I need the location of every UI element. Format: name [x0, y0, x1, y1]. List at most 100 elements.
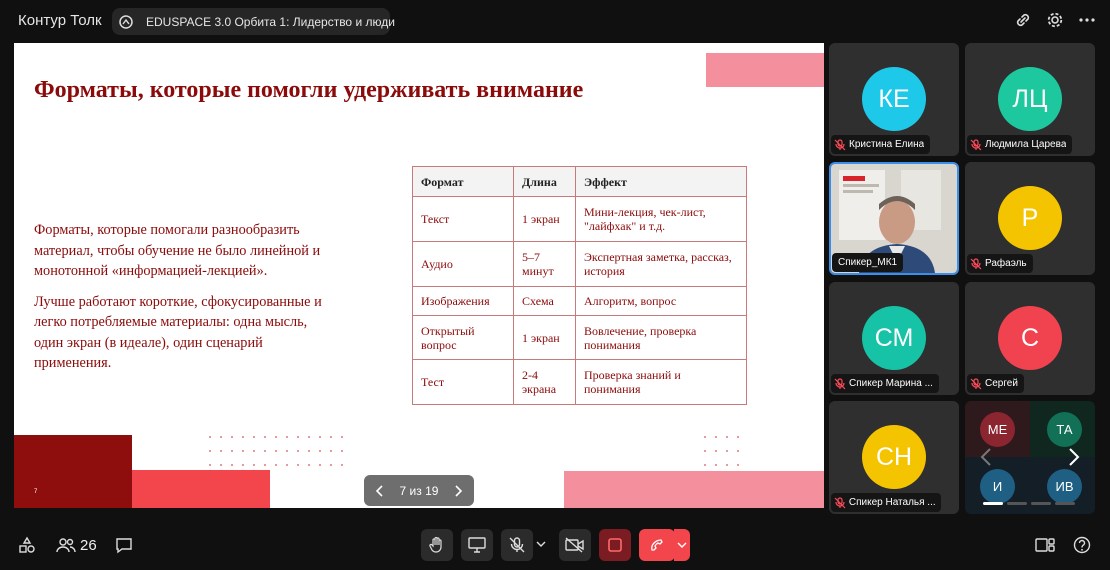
table-cell: Вовлечение, проверка понимания [575, 315, 747, 360]
table-cell: 5–7 минут [513, 241, 576, 287]
table-cell: Экспертная заметка, рассказ, история [575, 241, 747, 287]
table-cell: Открытый вопрос [412, 315, 514, 360]
mic-off-icon [967, 374, 985, 393]
chevron-down-icon[interactable] [536, 540, 546, 548]
participant-name: Спикер_МК1 [838, 257, 898, 268]
participant-name: Спикер Марина ... [849, 378, 933, 389]
chevron-down-icon [677, 541, 687, 549]
gear-icon[interactable] [1046, 11, 1064, 29]
table-cell: Текст [412, 196, 514, 242]
slide-paragraph-2: Лучше работают короткие, сфокусированные… [34, 293, 322, 372]
meeting-info-pill[interactable]: EDUSPACE 3.0 Орбита 1: Лидерство и люди [112, 8, 395, 35]
participant-name: Людмила Царева [985, 139, 1067, 150]
table-header: Эффект [575, 166, 747, 197]
layout-icon[interactable] [1035, 536, 1055, 554]
slide-page-number: 7 [34, 489, 38, 495]
meeting-title: EDUSPACE 3.0 Орбита 1: Лидерство и люди [146, 14, 395, 29]
prev-slide-icon[interactable] [374, 484, 386, 497]
table-cell: Тест [412, 359, 514, 405]
participant-name-tag: Кристина Елина [831, 135, 931, 154]
mic-off-icon [967, 254, 985, 273]
participant-name: Сергей [985, 378, 1018, 389]
slide-title: Форматы, которые помогли удерживать вним… [34, 77, 584, 103]
table-cell: Проверка знаний и понимания [575, 359, 747, 405]
hand-icon [428, 536, 446, 554]
dot-pattern-left [209, 436, 352, 466]
participant-name-tag: Рафаэль [967, 254, 1033, 273]
participants-count[interactable]: 26 [80, 537, 97, 554]
participant-name: Спикер Наталья ... [848, 497, 935, 508]
participant-tile[interactable]: СМ Спикер Марина ... [829, 282, 959, 395]
meeting-settings-icon[interactable] [118, 14, 134, 30]
table-cell: Аудио [412, 241, 514, 287]
participant-name: Кристина Елина [849, 139, 925, 150]
top-bar: Контур Толк EDUSPACE 3.0 Орбита 1: Лидер… [0, 0, 1110, 42]
help-icon[interactable] [1073, 536, 1091, 554]
table-row: Открытый вопрос 1 экран Вовлечение, пров… [412, 315, 747, 360]
avatar: ИВ [1047, 469, 1082, 504]
participant-tile[interactable]: Р Рафаэль [965, 162, 1095, 275]
apps-icon[interactable] [18, 536, 36, 554]
raise-hand-button[interactable] [421, 529, 453, 561]
avatar: И [980, 469, 1015, 504]
participant-tile[interactable]: КЕ Кристина Елина [829, 43, 959, 156]
participant-tile[interactable]: СН Спикер Наталья ... [829, 401, 959, 514]
participants-icon[interactable] [56, 536, 76, 554]
link-icon[interactable] [1014, 11, 1032, 29]
leave-call-button[interactable] [639, 529, 675, 561]
slide-body: Форматы, которые помогали разнообразить … [34, 220, 334, 384]
participant-tile-video[interactable]: Спикер_МК1 [829, 162, 959, 275]
mic-off-icon [967, 135, 985, 154]
table-header: Формат [412, 166, 514, 197]
mic-off-icon [831, 374, 849, 393]
formats-table: Формат Длина Эффект Текст 1 экран Мини-л… [412, 166, 747, 405]
table-cell: 1 экран [513, 196, 576, 242]
more-participants-tile[interactable]: МЕ ТА И ИВ [965, 401, 1095, 514]
microphone-button[interactable] [501, 529, 533, 561]
mic-off-icon [831, 493, 849, 512]
avatar: СН [862, 425, 926, 489]
table-cell: Мини-лекция, чек-лист, "лайфхак" и т.д. [575, 196, 747, 242]
app-title: Контур Толк [18, 12, 102, 29]
participant-tile[interactable]: ЛЦ Людмила Царева [965, 43, 1095, 156]
next-slide-icon[interactable] [452, 484, 464, 497]
avatar: ТА [1047, 412, 1082, 447]
chat-icon[interactable] [115, 536, 133, 554]
participant-tile[interactable]: С Сергей [965, 282, 1095, 395]
table-row: Аудио 5–7 минут Экспертная заметка, расс… [412, 241, 747, 287]
page-indicator [983, 502, 1075, 505]
avatar: СМ [862, 306, 926, 370]
slide-counter: 7 из 19 [399, 483, 439, 498]
avatar: ЛЦ [998, 67, 1062, 131]
avatar: Р [998, 186, 1062, 250]
camera-off-icon [565, 537, 585, 553]
table-row: Текст 1 экран Мини-лекция, чек-лист, "ла… [412, 196, 747, 242]
record-button[interactable] [599, 529, 631, 561]
table-cell: 1 экран [513, 315, 576, 360]
table-cell: Схема [513, 286, 576, 316]
camera-button[interactable] [559, 529, 591, 561]
participant-name-tag: Спикер Марина ... [831, 374, 939, 393]
table-row: Тест 2-4 экрана Проверка знаний и понима… [412, 359, 747, 405]
mic-off-icon [831, 135, 849, 154]
mic-off-icon [508, 536, 526, 554]
table-cell: 2-4 экрана [513, 359, 576, 405]
chevron-right-icon[interactable] [1068, 447, 1080, 467]
monitor-icon [468, 537, 486, 553]
participant-name-tag: Сергей [967, 374, 1024, 393]
participant-name: Рафаэль [985, 258, 1027, 269]
table-row: Изображения Схема Алгоритм, вопрос [412, 286, 747, 316]
table-header: Длина [513, 166, 576, 197]
more-icon[interactable] [1078, 11, 1096, 29]
avatar: МЕ [980, 412, 1015, 447]
dot-pattern-right [704, 436, 748, 466]
bottom-toolbar: 26 [0, 520, 1110, 570]
participant-name-tag: Спикер Наталья ... [831, 493, 941, 512]
leave-options-button[interactable] [674, 529, 690, 561]
participant-name-tag: Людмила Царева [967, 135, 1073, 154]
avatar: КЕ [862, 67, 926, 131]
chevron-left-icon[interactable] [980, 447, 992, 467]
stop-icon [608, 538, 622, 552]
avatar: С [998, 306, 1062, 370]
screen-share-button[interactable] [461, 529, 493, 561]
